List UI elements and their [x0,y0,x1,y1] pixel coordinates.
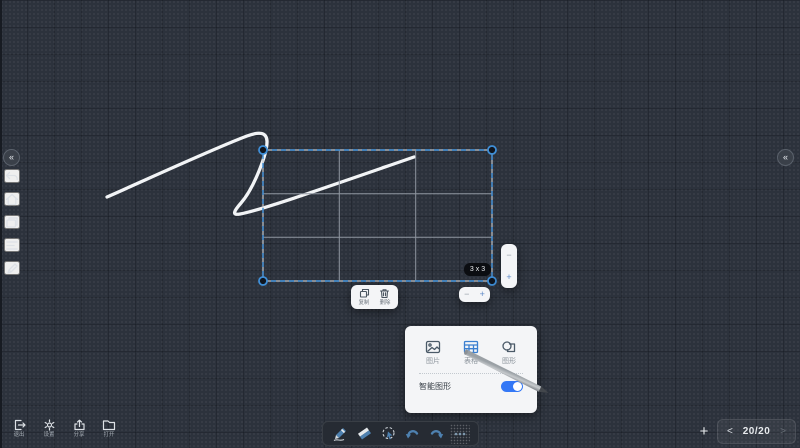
settings-button[interactable]: 设置 [38,419,60,438]
menu-button[interactable] [4,238,20,252]
redo-icon [428,425,445,442]
prev-page-button[interactable]: < [727,426,733,437]
remove-row-button[interactable]: − [506,251,511,260]
undo-icon [404,425,421,442]
smart-shape-row: 智能图形 [417,381,525,392]
menu-icon [5,240,19,251]
open-file-button[interactable]: 打开 [98,419,120,438]
shapes-icon [501,340,517,354]
home-button[interactable] [4,192,20,206]
delete-label: 删除 [379,300,390,305]
settings-label: 设置 [44,432,55,437]
add-page-button[interactable]: + [694,423,714,440]
undo-icon [5,170,19,182]
page-counter: 20/20 [743,426,771,437]
copy-icon [359,288,370,299]
delete-icon [379,288,390,299]
image-icon [425,340,441,354]
lasso-icon [380,425,397,442]
share-icon [73,419,86,431]
copy-button[interactable]: 复制 [358,288,370,306]
gear-icon [43,419,56,431]
insert-table-label: 表格 [464,358,478,365]
panel-divider [419,373,523,374]
handle-top-left[interactable] [259,146,267,154]
add-row-button[interactable]: + [506,273,511,282]
undo-tool-button[interactable] [402,424,422,444]
chevron-double-left-icon: « [9,153,14,162]
table-actions-popup: 复制 删除 [351,285,398,309]
toggle-knob [513,382,522,391]
left-toolbar [3,169,21,275]
smart-shape-toggle[interactable] [501,381,523,392]
drawing-layer [0,0,800,448]
pencil-button[interactable] [4,261,20,275]
pencil-icon [6,262,19,275]
table-size-badge: 3 x 3 [464,263,491,276]
insert-options-row: 图片 表格 图形 [417,340,525,365]
add-column-button[interactable]: + [480,290,485,299]
eraser-icon [356,425,373,442]
pages-icon [5,216,19,229]
more-tools-button[interactable] [450,424,470,444]
column-stepper: − + [459,287,490,302]
delete-button[interactable]: 删除 [379,288,391,306]
redo-tool-button[interactable] [426,424,446,444]
insert-image-button[interactable]: 图片 [425,340,441,365]
whiteboard-canvas[interactable]: « « 3 x 3 − + 复制 删除 [0,0,800,448]
pen-tool-button[interactable] [331,424,351,444]
sidebar-collapse-button[interactable]: « [3,149,20,166]
exit-button[interactable]: 退出 [8,419,30,438]
share-label: 分享 [74,432,85,437]
folder-icon [102,419,116,431]
lasso-select-button[interactable] [379,424,399,444]
chevron-double-left-icon: « [783,153,788,162]
table-icon [463,340,479,354]
right-panel-collapse-button[interactable]: « [777,149,794,166]
remove-column-button[interactable]: − [464,290,469,299]
selection-handles[interactable] [259,146,496,285]
home-icon [5,193,19,206]
handle-top-right[interactable] [488,146,496,154]
insert-panel: 图片 表格 图形 智能图形 [405,326,537,413]
open-label: 打开 [104,432,115,437]
page-nav-group: < 20/20 > [717,419,796,444]
more-icon [452,426,468,442]
smart-shape-label: 智能图形 [419,381,451,392]
insert-table-button[interactable]: 表格 [463,340,479,365]
insert-image-label: 图片 [426,358,440,365]
pages-button[interactable] [4,215,20,229]
eraser-tool-button[interactable] [355,424,375,444]
insert-shapes-label: 图形 [502,358,516,365]
undo-button[interactable] [4,169,20,183]
insert-shapes-button[interactable]: 图形 [501,340,517,365]
drawing-toolbar [322,421,479,446]
ink-stroke[interactable] [107,133,414,214]
exit-label: 退出 [14,432,25,437]
exit-icon [13,419,26,431]
system-toolbar: 退出 设置 分享 打开 [8,419,120,438]
pen-icon [332,425,349,442]
share-button[interactable]: 分享 [68,419,90,438]
handle-bottom-left[interactable] [259,277,267,285]
next-page-button[interactable]: > [780,426,786,437]
row-stepper: − + [501,244,517,288]
page-navigation: + < 20/20 > [694,419,796,444]
handle-bottom-right[interactable] [488,277,496,285]
copy-label: 复制 [359,300,370,305]
